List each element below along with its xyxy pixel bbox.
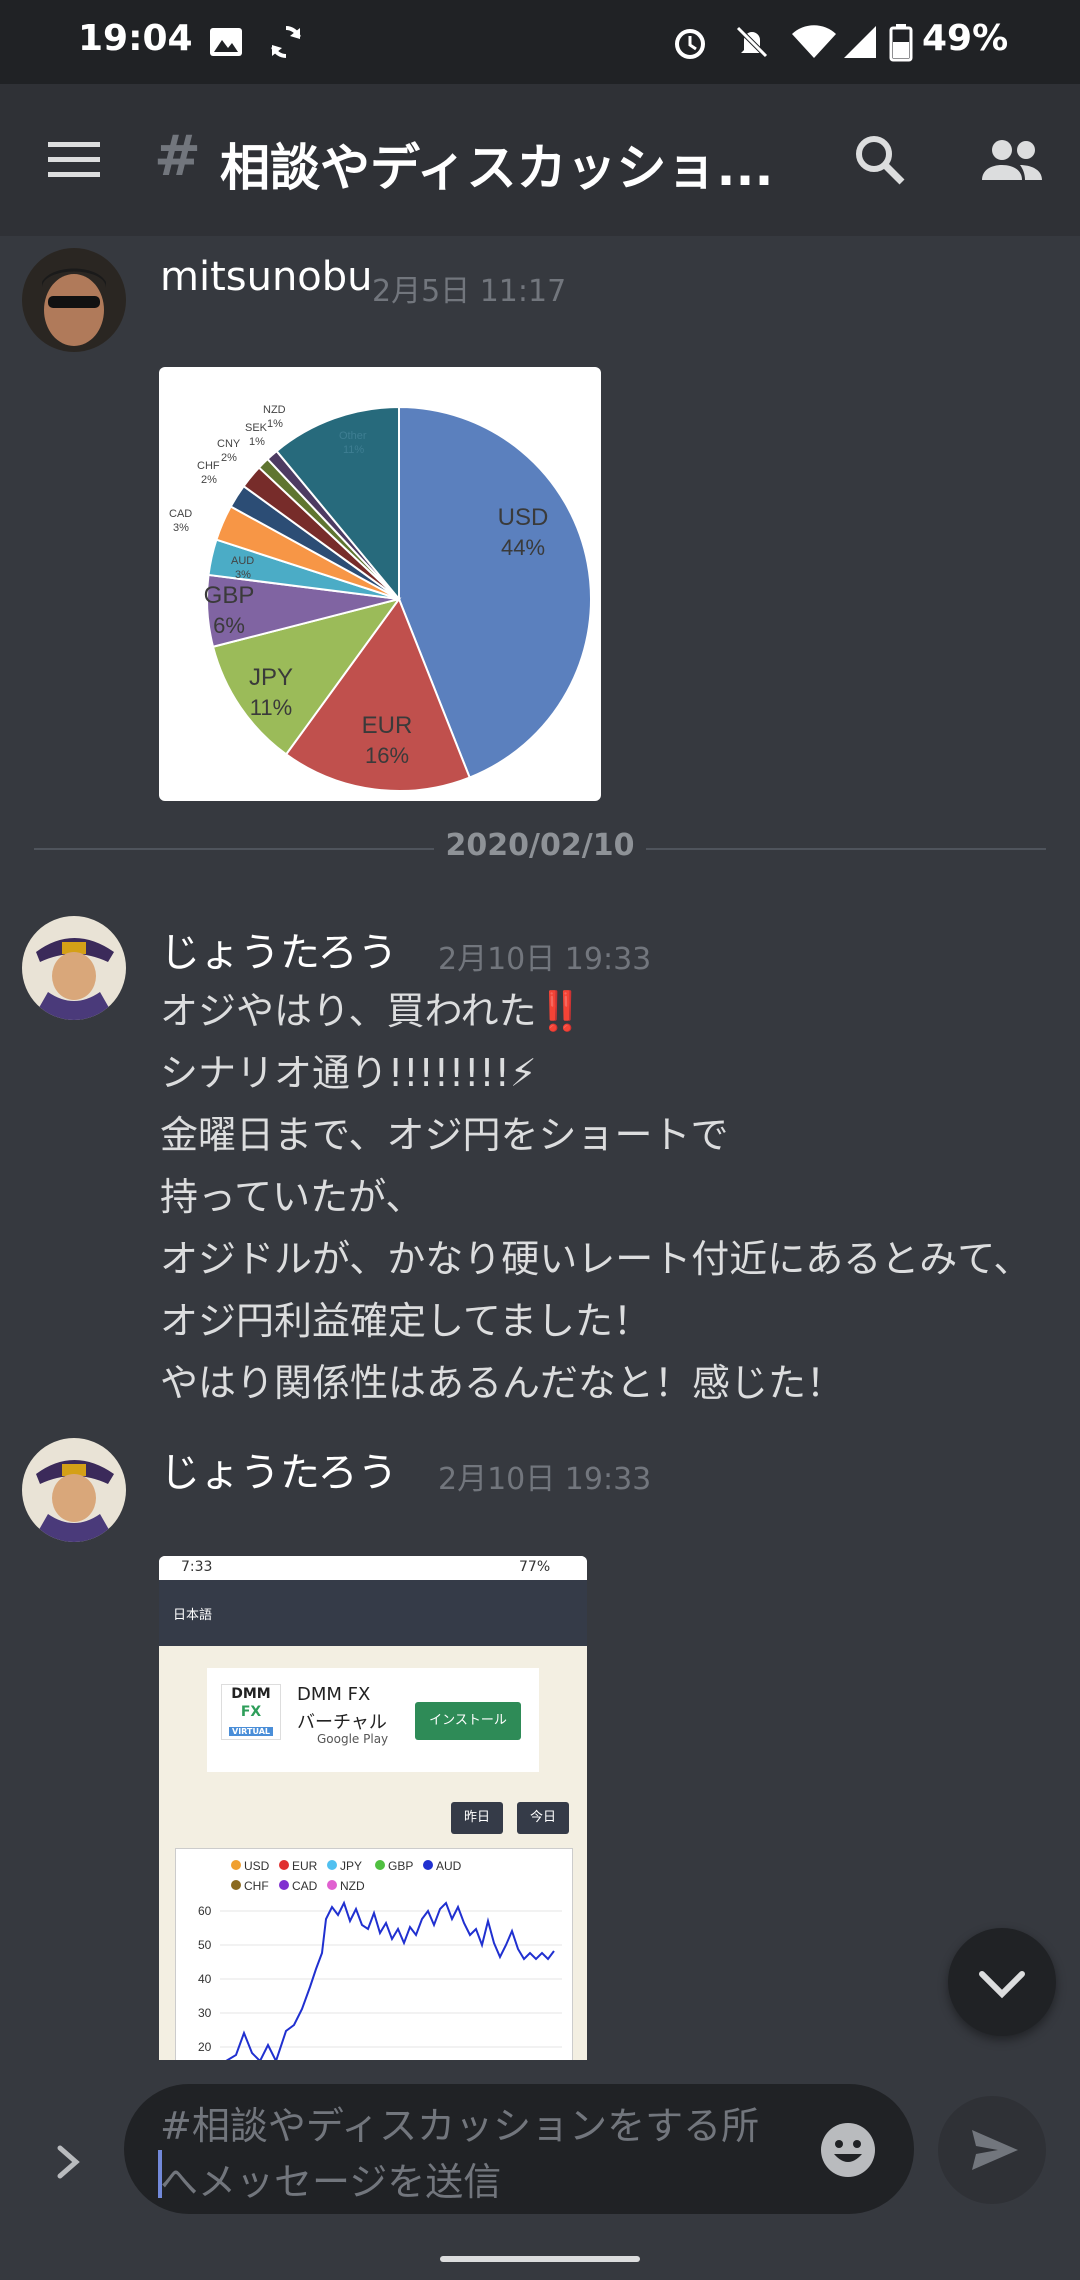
pie-value-chf: 2% [201,474,217,486]
pie-chart-image[interactable]: USD 44% EUR 16% JPY 11% GBP 6% AUD 3% CAD 3% CHF 2% CN… [159,367,601,801]
avatar-joutarou[interactable] [22,916,126,1020]
pie-label-usd: USD [498,504,549,531]
legend-dot [231,1880,241,1890]
status-time: 19:04 [78,18,193,59]
channel-title[interactable]: 相談やディスカッショ... [220,128,810,200]
chevron-right-icon[interactable] [48,2136,88,2188]
send-icon [972,2130,1018,2170]
message-line: やはり関係性はあるんだなと！感じた！ [160,1361,845,1405]
legend-dot [375,1860,385,1870]
avatar-mitsunobu[interactable] [22,248,126,352]
legend-dot [327,1860,337,1870]
pie-label-sek: SEK [245,422,268,434]
legend-dot [423,1860,433,1870]
message-input-placeholder: #相談やディスカッションをする所へメッセージを送信 [160,2104,760,2204]
message-line: オジ円利益確定してました！ [160,1299,651,1343]
message-line: オジやはり、買われた‼️ [160,989,584,1033]
language-selector: 日本語 [173,1608,213,1623]
y-tick-label: 30 [198,2006,212,2020]
emoji-icon[interactable] [818,2120,878,2180]
pie-value-usd: 44% [501,535,545,560]
channel-hash-icon: # [154,124,201,189]
legend-label: AUD [436,1859,462,1873]
legend-dot [327,1880,337,1890]
legend-label: GBP [388,1859,413,1873]
pie-label-gbp: GBP [204,582,255,609]
legend-dot [279,1880,289,1890]
pie-value-jpy: 11% [250,695,292,720]
message-line: シナリオ通り!!!!!!!!⚡ [160,1051,537,1095]
pie-label-chf: CHF [197,460,220,472]
message-composer: #相談やディスカッションをする所へメッセージを送信 [0,2060,1080,2280]
members-icon[interactable] [980,134,1044,190]
message-line: オジドルが、かなり硬いレート付近にあるとみて、 [160,1237,1032,1281]
channel-header: # 相談やディスカッショ... [0,84,1080,236]
signal-icon [844,26,876,58]
pie-value-eur: 16% [365,743,409,768]
legend-label: CAD [292,1879,318,1893]
message-line: 持っていたが、 [160,1175,424,1219]
pie-label-eur: EUR [362,712,413,739]
message-author[interactable]: じょうたろう [160,1440,398,1498]
legend-label: USD [244,1859,270,1873]
ad-banner: DMM FX VIRTUAL DMM FX バーチャル Google Play イン… [207,1668,539,1772]
send-button[interactable] [938,2096,1046,2204]
legend-label: EUR [292,1859,318,1873]
pie-value-cad: 3% [173,522,189,534]
currency-pie-chart: USD44%EUR16%JPY11%GBP6%AUD3%CAD3%CHF2%CN… [169,404,592,792]
pie-value-sek: 1% [249,436,265,448]
message-timestamp: 2月10日 19:33 [438,942,652,977]
wifi-icon [792,25,836,58]
y-tick-label: 50 [198,1938,212,1952]
pie-label-nzd: NZD [263,404,286,416]
pie-value-aud: 3% [235,569,251,581]
date-divider-label: 2020/02/10 [434,828,646,863]
message-input[interactable]: #相談やディスカッションをする所へメッセージを送信 [124,2084,914,2214]
text-caret [158,2150,162,2198]
y-tick-label: 20 [198,2040,212,2054]
pie-value-nzd: 1% [267,418,283,430]
gesture-nav-bar [440,2256,640,2262]
legend-dot [231,1860,241,1870]
embedded-line-chart: USD EUR JPY GBP AUD CHF CAD NZD 60 50 40 30 20 [175,1848,573,2060]
yesterday-button: 昨日 [451,1802,503,1834]
message-timestamp: 2月10日 19:33 [438,1462,652,1497]
today-button: 今日 [517,1802,569,1834]
message-list[interactable]: mitsunobu 2月5日 11:17 USD 44% EUR 16% JPY 11% G… [0,236,1080,2060]
embedded-status-bar: 7:33 77% [159,1556,587,1580]
y-tick-label: 60 [198,1904,212,1918]
aud-series-line [225,1900,555,2060]
gallery-icon [210,28,242,56]
pie-value-cny: 2% [221,452,237,464]
legend-label: CHF [244,1879,269,1893]
chevron-down-icon [979,1971,1025,1999]
message-line: 金曜日まで、オジ円をショートで [160,1113,729,1157]
battery-percent: 49% [922,18,1009,59]
search-icon[interactable] [852,132,908,188]
attached-screenshot[interactable]: 7:33 77% 日本語 DMM FX VIRTUAL DMM FX バーチャル G… [159,1556,587,2060]
status-bar: 19:04 49% [0,0,1080,84]
sync-icon [271,26,301,58]
pie-label-cad: CAD [169,508,192,520]
alarm-icon [675,29,705,59]
avatar-joutarou[interactable] [22,1438,126,1542]
message-timestamp: 2月5日 11:17 [372,274,567,309]
pie-label-cny: CNY [217,438,241,450]
y-tick-label: 40 [198,1972,212,1986]
menu-icon[interactable] [46,136,102,184]
legend-dot [279,1860,289,1870]
pie-value-other: 11% [343,444,364,456]
pie-value-gbp: 6% [213,613,245,638]
jump-to-present-button[interactable] [948,1928,1056,2036]
notifications-off-icon [736,26,768,58]
pie-label-jpy: JPY [249,664,293,691]
embedded-navbar: 日本語 [159,1580,587,1646]
battery-icon [889,24,913,62]
message-author[interactable]: mitsunobu [160,254,373,300]
legend-label: JPY [340,1859,362,1873]
legend-label: NZD [340,1879,365,1893]
message-author[interactable]: じょうたろう [160,920,398,978]
pie-label-aud: AUD [231,555,254,567]
pie-label-other: Other [339,430,367,442]
